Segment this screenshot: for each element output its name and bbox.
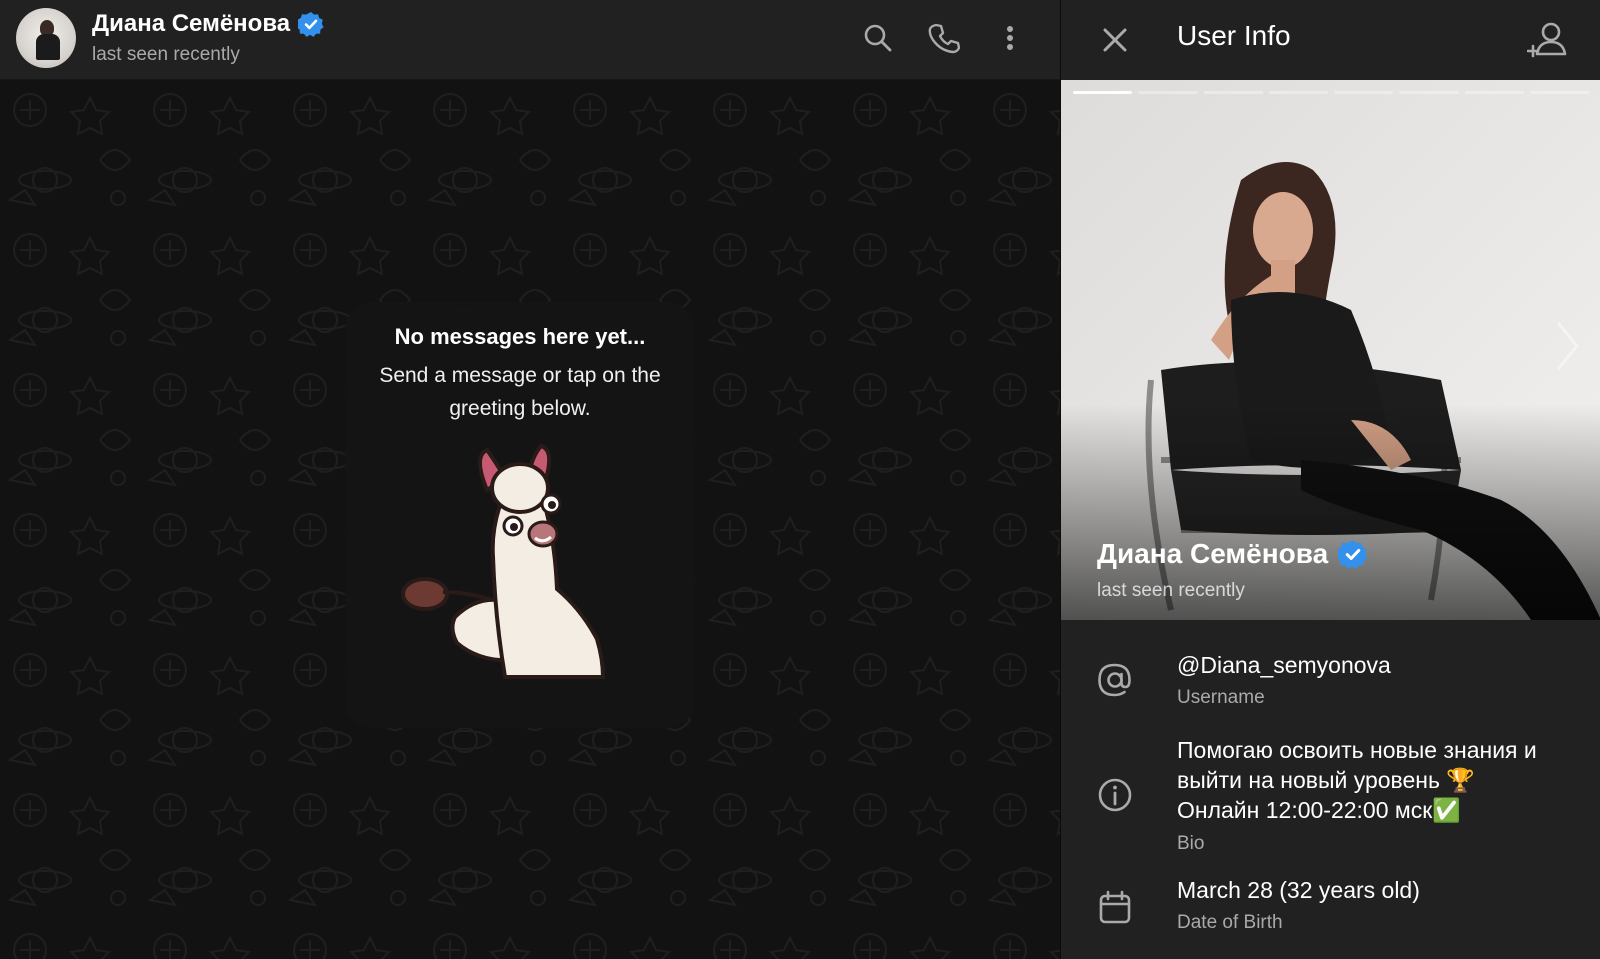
user-info-header: User Info <box>1061 0 1600 80</box>
empty-chat-card: No messages here yet... Send a message o… <box>345 302 695 728</box>
chevron-right-icon[interactable] <box>1553 318 1583 374</box>
bio-line-2: выйти на новый уровень 🏆 <box>1177 767 1476 793</box>
profile-name-text: Диана Семёнова <box>1097 538 1329 569</box>
add-contact-button[interactable] <box>1526 18 1571 62</box>
chat-status: last seen recently <box>92 44 240 65</box>
user-info-panel: User Info Диана Семёнова last seen recen… <box>1060 0 1600 959</box>
birthday-label: Date of Birth <box>1177 912 1283 933</box>
username-label: Username <box>1177 687 1265 708</box>
add-contact-icon <box>1526 22 1567 58</box>
close-button[interactable] <box>1095 20 1135 60</box>
info-icon <box>1098 778 1132 812</box>
chat-title[interactable]: Диана Семёнова <box>92 10 324 38</box>
at-sign-icon <box>1098 663 1131 697</box>
bio-label: Bio <box>1177 833 1205 854</box>
more-button[interactable] <box>990 18 1030 58</box>
bio-row[interactable]: Помогаю освоить новые знания и выйти на … <box>1061 735 1600 865</box>
verified-badge-icon <box>298 12 324 37</box>
profile-name: Диана Семёнова <box>1097 538 1368 570</box>
more-vertical-icon <box>1007 26 1013 50</box>
empty-title: No messages here yet... <box>394 324 646 349</box>
verified-badge-icon <box>1338 540 1368 569</box>
greeting-sticker[interactable] <box>395 442 625 682</box>
call-button[interactable] <box>924 18 964 58</box>
profile-status: last seen recently <box>1097 580 1245 601</box>
search-icon <box>864 24 892 52</box>
bio-line-1: Помогаю освоить новые знания и <box>1177 737 1537 763</box>
empty-text: Send a message or tap on the greeting be… <box>379 364 661 420</box>
username-row[interactable]: @Diana_semyonova Username <box>1061 640 1600 720</box>
photo-progress-indicator <box>1073 91 1589 94</box>
phone-icon <box>928 23 960 54</box>
chat-name: Диана Семёнова <box>92 10 291 37</box>
chat-header: Диана Семёнова last seen recently <box>0 0 1060 80</box>
bio-text: Помогаю освоить новые знания и выйти на … <box>1177 735 1577 825</box>
birthday-row[interactable]: March 28 (32 years old) Date of Birth <box>1061 872 1600 952</box>
panel-title: User Info <box>1177 20 1291 51</box>
birthday-value: March 28 (32 years old) <box>1177 877 1420 903</box>
calendar-icon <box>1099 890 1131 924</box>
chat-area: Диана Семёнова last seen recently No mes… <box>0 0 1060 959</box>
bio-line-3: Онлайн 12:00-22:00 мск✅ <box>1177 797 1461 823</box>
avatar[interactable] <box>16 8 76 68</box>
close-icon <box>1103 28 1127 52</box>
search-button[interactable] <box>858 18 898 58</box>
username-value: @Diana_semyonova <box>1177 652 1391 678</box>
profile-photo[interactable]: Диана Семёнова last seen recently <box>1061 80 1600 620</box>
